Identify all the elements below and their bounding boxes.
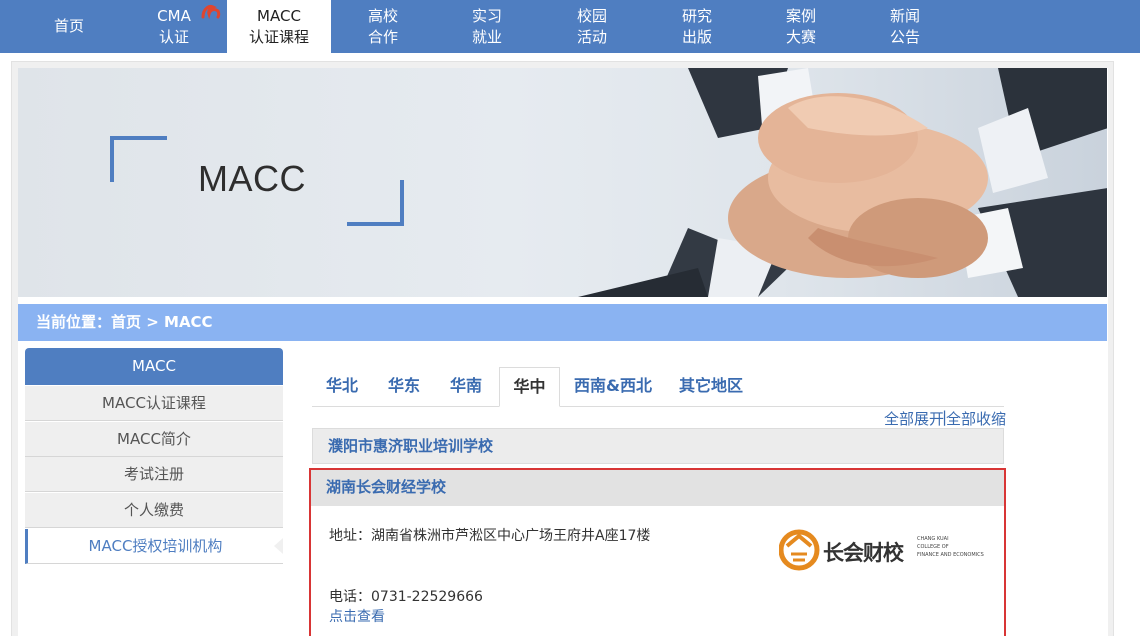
nav-home[interactable]: 首页 <box>17 0 121 53</box>
logo-subtext: COLLEGE OF <box>917 544 949 550</box>
nav-label: 出版 <box>681 27 712 46</box>
tab-huadong[interactable]: 华东 <box>380 367 428 407</box>
nav-macc[interactable]: MACC 认证课程 <box>227 0 331 53</box>
nav-label: 案例 <box>785 6 816 25</box>
nav-label: 活动 <box>576 27 607 46</box>
nav-label: 大赛 <box>785 27 816 46</box>
teamwork-hands-image <box>578 68 1107 297</box>
nav-label: 校园 <box>576 6 607 25</box>
nav-label: 首页 <box>53 17 84 35</box>
nav-label: 就业 <box>471 27 502 46</box>
tab-huazhong[interactable]: 华中 <box>499 367 560 407</box>
sidebar-item-macc-intro[interactable]: MACC简介 <box>25 422 283 457</box>
nav-research[interactable]: 研究 出版 <box>645 0 749 53</box>
banner: MACC <box>18 68 1107 297</box>
breadcrumb: 当前位置：首页 > MACC <box>18 304 1107 341</box>
nav-label: MACC <box>257 6 301 25</box>
hot-icon <box>201 5 221 19</box>
nav-campus[interactable]: 校园 活动 <box>540 0 644 53</box>
nav-label: 新闻 <box>889 6 920 25</box>
school-item-header[interactable]: 濮阳市惠济职业培训学校 <box>312 428 1004 464</box>
sidebar-item-training-institutions[interactable]: MACC授权培训机构 <box>25 529 283 564</box>
school-item-expanded: 湖南长会财经学校 地址：湖南省株洲市芦淞区中心广场王府井A座17楼 电话：073… <box>309 468 1006 636</box>
sidebar-item-exam-registration[interactable]: 考试注册 <box>25 457 283 492</box>
logo-text: 长会财校 <box>823 541 904 565</box>
logo-subtext: CHANG KUAI <box>917 536 949 542</box>
nav-label: 认证课程 <box>248 27 309 46</box>
tab-southwest-northwest[interactable]: 西南&西北 <box>570 367 656 407</box>
sidebar-header: MACC <box>25 348 283 385</box>
nav-label: 实习 <box>471 6 502 25</box>
tab-other-regions[interactable]: 其它地区 <box>672 367 750 407</box>
banner-corner-bracket <box>347 180 404 226</box>
tab-huabei[interactable]: 华北 <box>318 367 366 407</box>
school-item-header[interactable]: 湖南长会财经学校 <box>311 470 1004 506</box>
banner-corner-bracket <box>110 136 167 182</box>
nav-university[interactable]: 高校 合作 <box>331 0 435 53</box>
sidebar-item-payment[interactable]: 个人缴费 <box>25 493 283 528</box>
nav-label: 公告 <box>889 27 920 46</box>
nav-label: 高校 <box>367 6 398 25</box>
nav-label: 认证 <box>158 27 189 46</box>
nav-label: 合作 <box>367 27 398 46</box>
banner-title: MACC <box>198 158 306 199</box>
nav-news[interactable]: 新闻 公告 <box>853 0 957 53</box>
tab-huanan[interactable]: 华南 <box>442 367 490 407</box>
expand-all-link[interactable]: 全部展开 <box>884 408 944 429</box>
school-address: 地址：湖南省株洲市芦淞区中心广场王府井A座17楼 <box>329 528 651 544</box>
collapse-all-link[interactable]: 全部收缩 <box>946 408 1006 429</box>
school-phone: 电话：0731-22529666 <box>329 589 483 605</box>
nav-case[interactable]: 案例 大赛 <box>749 0 853 53</box>
nav-label: CMA <box>157 6 191 25</box>
view-details-link[interactable]: 点击查看 <box>329 606 385 626</box>
top-nav: 首页 CMA 认证 MACC 认证课程 高校 合作 实习 就业 校园 活动 研究… <box>0 0 1140 53</box>
logo-subtext: FINANCE AND ECONOMICS <box>917 552 984 558</box>
sidebar-item-macc-course[interactable]: MACC认证课程 <box>25 386 283 421</box>
school-logo: 长会财校 CHANG KUAI COLLEGE OF FINANCE AND E… <box>778 528 989 572</box>
nav-label: 研究 <box>681 6 712 25</box>
nav-internship[interactable]: 实习 就业 <box>435 0 539 53</box>
